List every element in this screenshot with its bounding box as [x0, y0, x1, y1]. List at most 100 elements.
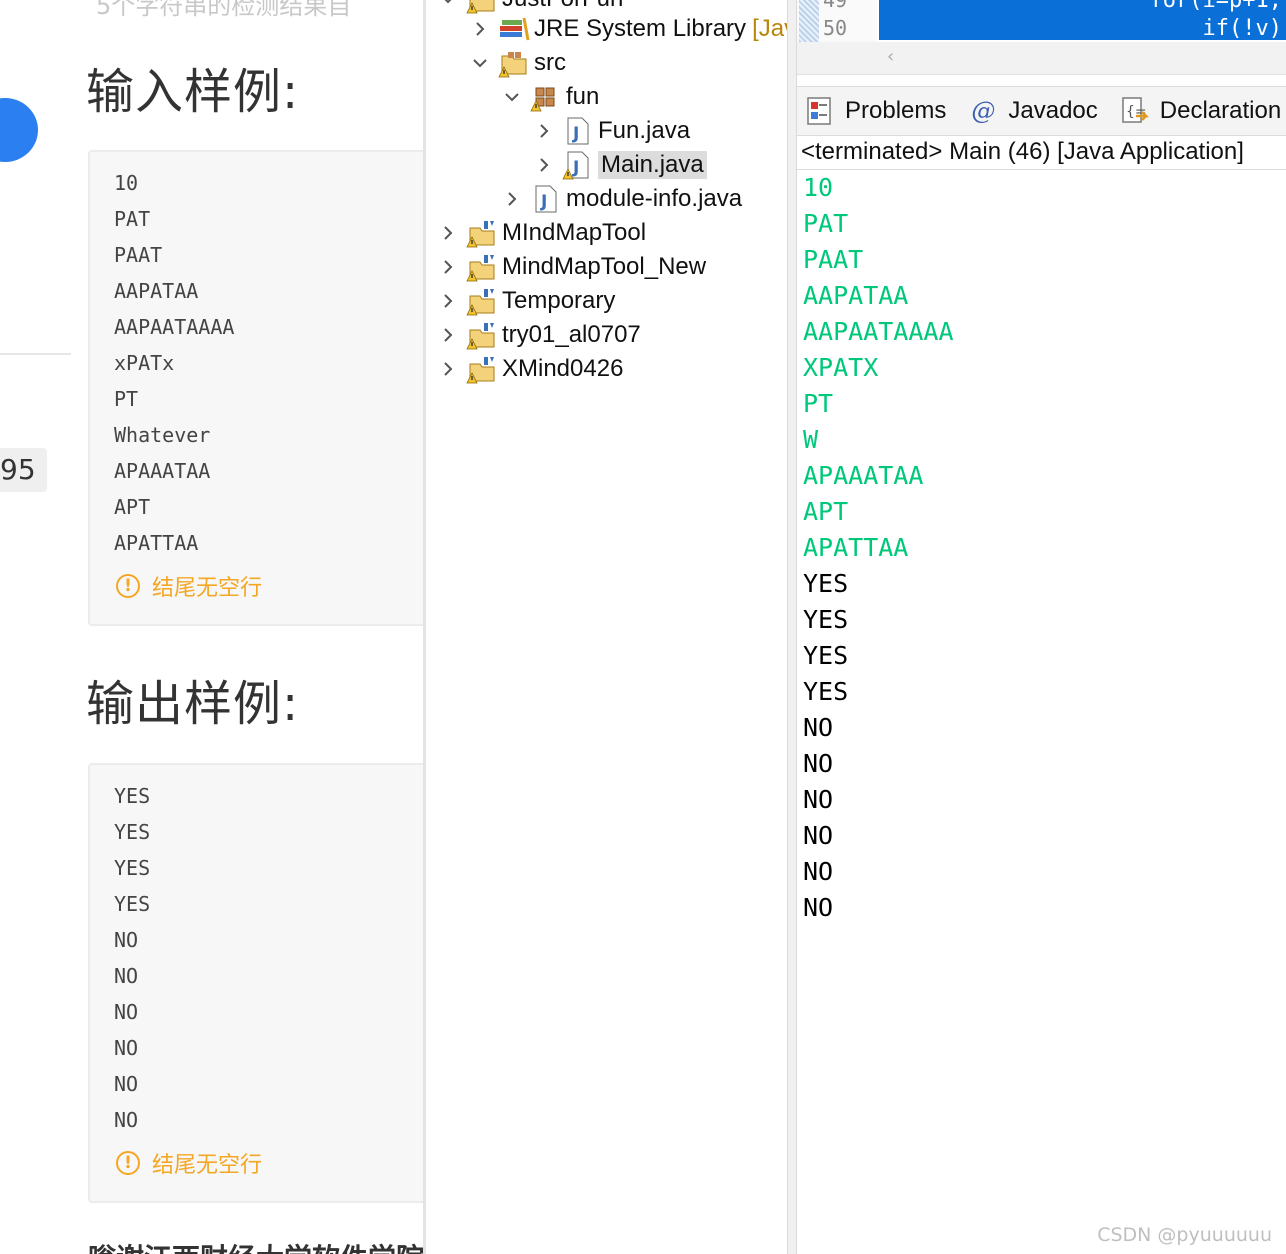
line-number-gutter: 49 50: [797, 0, 877, 42]
chevron-down-icon[interactable]: [502, 80, 522, 114]
chevron-right-icon[interactable]: [438, 216, 458, 250]
sample-line: NO: [114, 928, 139, 952]
svg-text:J: J: [572, 158, 579, 178]
tree-item-label: try01_al0707: [502, 321, 641, 348]
console-output-line: NO: [803, 857, 834, 886]
tab-problems[interactable]: Problems: [805, 96, 946, 126]
svg-text:J: J: [572, 124, 579, 144]
console-input-line: APT: [803, 497, 849, 526]
horizontal-scrollbar[interactable]: ‹: [797, 42, 1286, 75]
chevron-right-icon[interactable]: [438, 318, 458, 352]
truncated-heading: 5个字符串的检测结果自: [96, 0, 352, 20]
chevron-down-icon[interactable]: [470, 46, 490, 80]
chevron-right-icon[interactable]: [438, 284, 458, 318]
code-line: if(!v): [1123, 16, 1282, 40]
chevron-right-icon[interactable]: [534, 148, 554, 182]
chevron-right-icon[interactable]: [438, 250, 458, 284]
problem-page: 5个字符串的检测结果自 95 输入样例: 10 PAT PAAT AAPATAA AAP…: [0, 0, 423, 1254]
tree-item[interactable]: JRE System Library[Jav: [470, 12, 790, 46]
console-input-line: APATTAA: [803, 533, 909, 562]
tree-item[interactable]: Temporary: [438, 284, 615, 318]
tree-item-label: Temporary: [502, 287, 616, 314]
tree-item[interactable]: MindMapTool_New: [438, 250, 706, 284]
chevron-right-icon[interactable]: [470, 12, 490, 46]
console-input-line: PT: [803, 389, 834, 418]
tree-item[interactable]: Jmodule-info.java: [502, 182, 742, 216]
sample-line: PAAT: [114, 243, 163, 267]
tree-item[interactable]: try01_al0707: [438, 318, 641, 352]
project-warning-icon: [466, 252, 498, 282]
tree-item-label: src: [534, 49, 566, 76]
tree-item-label: MIndMapTool: [502, 219, 647, 246]
floating-action-button[interactable]: [0, 98, 38, 162]
line-number: 49: [823, 0, 848, 12]
console-output-line: NO: [803, 785, 834, 814]
tree-item[interactable]: J Fun.java: [534, 114, 690, 148]
sample-line: xPATx: [114, 351, 175, 375]
divider: [0, 353, 71, 355]
problems-icon: [805, 96, 835, 126]
input-sample-title: 输入样例:: [86, 64, 300, 120]
project-warning-icon: [466, 218, 498, 248]
source-folder-icon: [498, 48, 530, 78]
sample-line: YES: [114, 892, 151, 916]
chevron-right-icon[interactable]: [534, 114, 554, 148]
tree-item-label: XMind0426: [502, 355, 624, 382]
input-trailing-note: ! 结尾无空行: [116, 570, 262, 602]
tree-item[interactable]: XMind0426: [438, 352, 623, 386]
tree-item-suffix: [Jav: [752, 15, 790, 42]
exclamation-icon: !: [116, 574, 140, 598]
console-output-line: NO: [803, 749, 834, 778]
tab-javadoc[interactable]: @ Javadoc: [968, 96, 1097, 126]
sample-line: NO: [114, 1108, 139, 1132]
watermark: CSDN @pyuuuuuu: [1097, 1224, 1272, 1246]
library-icon: [498, 14, 530, 44]
package-explorer: JustForFunJRE System Library[JavsrcfunJF…: [423, 0, 790, 1254]
tree-item-label: fun: [566, 83, 600, 110]
tree-item[interactable]: src: [470, 46, 566, 80]
sample-line: NO: [114, 1072, 139, 1096]
console-output-line: YES: [803, 641, 849, 670]
project-warning-icon: [466, 286, 498, 316]
sample-line: NO: [114, 964, 139, 988]
console-output-line: YES: [803, 569, 849, 598]
console-output-line: NO: [803, 893, 834, 922]
sample-line: Whatever: [114, 423, 211, 447]
sample-line: YES: [114, 856, 151, 880]
chevron-right-icon[interactable]: [502, 182, 522, 216]
tab-declaration[interactable]: {= Declaration: [1120, 96, 1281, 126]
sample-line: NO: [114, 1000, 139, 1024]
console-input-line: AAPAATAAAA: [803, 317, 954, 346]
console-header: <terminated> Main (46) [Java Application…: [797, 135, 1286, 170]
tree-item[interactable]: MIndMapTool: [438, 216, 646, 250]
tree-item-label: Main.java: [598, 151, 707, 179]
javadoc-icon: @: [971, 97, 996, 125]
project-warning-icon: [466, 354, 498, 384]
truncated-footer-text: 嗡谢江西财经大学软件学院: [88, 1237, 423, 1254]
highlighted-code[interactable]: for(i=p+1; if(!v): [879, 0, 1286, 40]
sample-line: AAPATAA: [114, 279, 199, 303]
console-input-line: 10: [803, 173, 834, 202]
sample-line: APAAATAA: [114, 459, 211, 483]
tree-item[interactable]: fun: [502, 80, 599, 114]
sample-line: YES: [114, 820, 151, 844]
java-file-icon: J: [530, 184, 562, 214]
view-tab-bar: Problems @ Javadoc {= Declaration: [797, 86, 1286, 136]
side-number-badge: 95: [0, 448, 47, 492]
sample-line: PT: [114, 387, 139, 411]
sample-line: APATTAA: [114, 531, 199, 555]
chevron-right-icon[interactable]: [438, 352, 458, 386]
console-input-line: PAAT: [803, 245, 864, 274]
sample-line: NO: [114, 1036, 139, 1060]
sash-divider[interactable]: [787, 0, 797, 1254]
sample-line: YES: [114, 784, 151, 808]
input-sample-box: 10 PAT PAAT AAPATAA AAPAATAAAA xPATx PT Whateve…: [88, 150, 423, 626]
sample-line: PAT: [114, 207, 151, 231]
svg-text:J: J: [540, 192, 547, 212]
tree-item[interactable]: J Main.java: [534, 148, 707, 182]
console-area: 49 50 for(i=p+1; if(!v) ‹ Problems @ Jav…: [797, 0, 1286, 1254]
scroll-left-icon[interactable]: ‹: [887, 46, 894, 67]
console-input-line: W: [803, 425, 819, 454]
declaration-icon: {=: [1120, 96, 1150, 126]
chevron-down-icon[interactable]: [438, 0, 458, 16]
